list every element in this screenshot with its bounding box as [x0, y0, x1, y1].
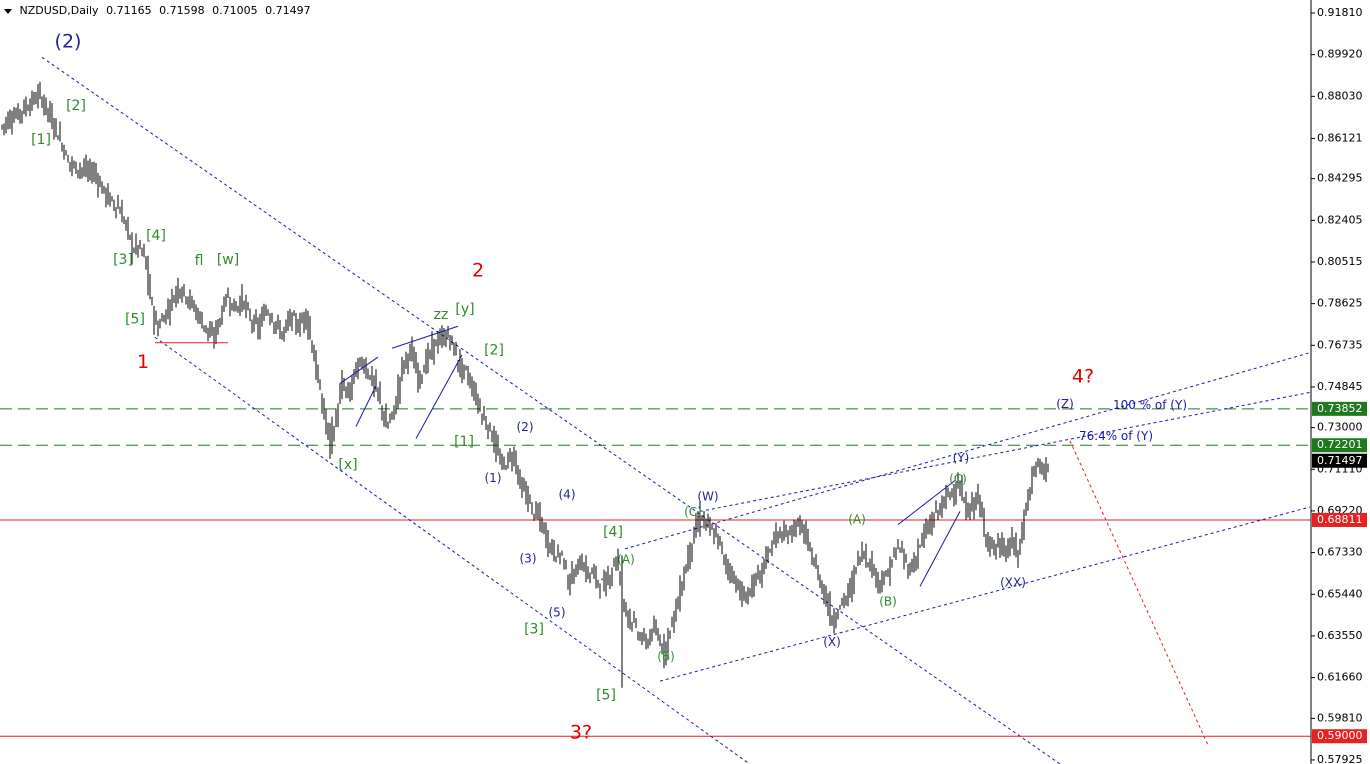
fib-label-1: 76.4% of (Y)	[1079, 429, 1153, 443]
wave-label-29: (B)	[879, 594, 897, 608]
y-tick-label-4: 0.84295	[1317, 172, 1363, 185]
wave-label-35: 4?	[1072, 365, 1094, 387]
y-tick-label-10: 0.73000	[1317, 421, 1363, 434]
y-tick-label-1: 0.89920	[1317, 48, 1363, 61]
y-tick-label-3: 0.86121	[1317, 131, 1363, 144]
y-tick-label-8: 0.76735	[1317, 338, 1363, 351]
symbol-label: NZDUSD,Daily	[19, 4, 99, 17]
wave-label-18: (3)	[520, 551, 537, 565]
wave-label-13: [1]	[454, 434, 474, 450]
open-value: 0.71165	[106, 4, 152, 17]
wave-label-23: [5]	[596, 687, 616, 703]
wave-label-9: 2	[472, 260, 484, 282]
wave-label-17: (4)	[559, 487, 576, 501]
wave-label-4: [3]	[113, 252, 133, 268]
price-chart[interactable]: (2) [2] [1] [4] [3] fl [w] [5] 1 2 zz [y] [2] [1] [x] (…	[0, 0, 1370, 764]
price-tag-1: 0.72201	[1317, 438, 1363, 451]
wave-label-19: (5)	[549, 605, 566, 619]
wave-label-31: (Y)	[953, 451, 970, 465]
price-tag-3: 0.68811	[1317, 513, 1363, 526]
wave-label-30: (X)	[823, 635, 841, 649]
wave-label-6: [w]	[217, 252, 239, 268]
wave-label-33: (XX)	[1000, 576, 1026, 590]
wave-label-22: [3]	[524, 621, 544, 637]
wave-label-14: [x]	[338, 457, 357, 473]
wave-label-12: [2]	[484, 342, 504, 358]
fib-label-0: 100 % of (Y)	[1113, 398, 1187, 412]
y-tick-label-14: 0.65440	[1317, 587, 1363, 600]
y-tick-label-9: 0.74845	[1317, 380, 1363, 393]
low-value: 0.71005	[212, 4, 258, 17]
y-tick-label-15: 0.63550	[1317, 629, 1363, 642]
wave-label-0: (2)	[55, 30, 82, 52]
wave-label-8: 1	[137, 351, 149, 373]
y-tick-label-13: 0.67330	[1317, 546, 1363, 559]
wave-label-1: [2]	[66, 98, 86, 114]
wave-label-28: (A)	[848, 513, 866, 527]
price-tag-2: 0.71497	[1317, 454, 1363, 467]
wave-label-34: (Z)	[1056, 397, 1074, 411]
wave-label-2: [1]	[31, 132, 51, 148]
wave-label-24: 3?	[570, 721, 592, 743]
price-tag-4: 0.59000	[1317, 729, 1363, 742]
y-tick-label-2: 0.88030	[1317, 89, 1363, 102]
y-tick-label-18: 0.57925	[1317, 753, 1363, 764]
wave-label-26: (W)	[697, 490, 718, 504]
y-tick-label-16: 0.61660	[1317, 671, 1363, 684]
wave-label-20: [4]	[603, 524, 623, 540]
y-tick-label-0: 0.91810	[1317, 6, 1363, 19]
wave-label-16: (1)	[485, 471, 502, 485]
wave-label-7: [5]	[125, 312, 145, 328]
y-tick-label-5: 0.82405	[1317, 213, 1363, 226]
y-tick-label-17: 0.59810	[1317, 711, 1363, 724]
wave-label-5: fl	[195, 253, 204, 269]
wave-label-11: [y]	[455, 302, 474, 318]
y-tick-label-7: 0.78625	[1317, 297, 1363, 310]
high-value: 0.71598	[159, 4, 205, 17]
y-tick-label-6: 0.80515	[1317, 255, 1363, 268]
dropdown-triangle-icon[interactable]	[4, 8, 12, 14]
wave-label-10: zz	[434, 307, 449, 323]
wave-label-25: (B)	[657, 649, 675, 663]
price-tag-0: 0.73852	[1317, 402, 1363, 415]
wave-label-3: [4]	[146, 228, 166, 244]
wave-label-27: (C)	[684, 505, 702, 519]
chart-header: NZDUSD,Daily 0.71165 0.71598 0.71005 0.7…	[4, 4, 315, 17]
close-value: 0.71497	[265, 4, 311, 17]
wave-label-21: (A)	[617, 552, 635, 566]
wave-label-32: (C)	[949, 472, 967, 486]
wave-label-15: (2)	[517, 420, 534, 434]
